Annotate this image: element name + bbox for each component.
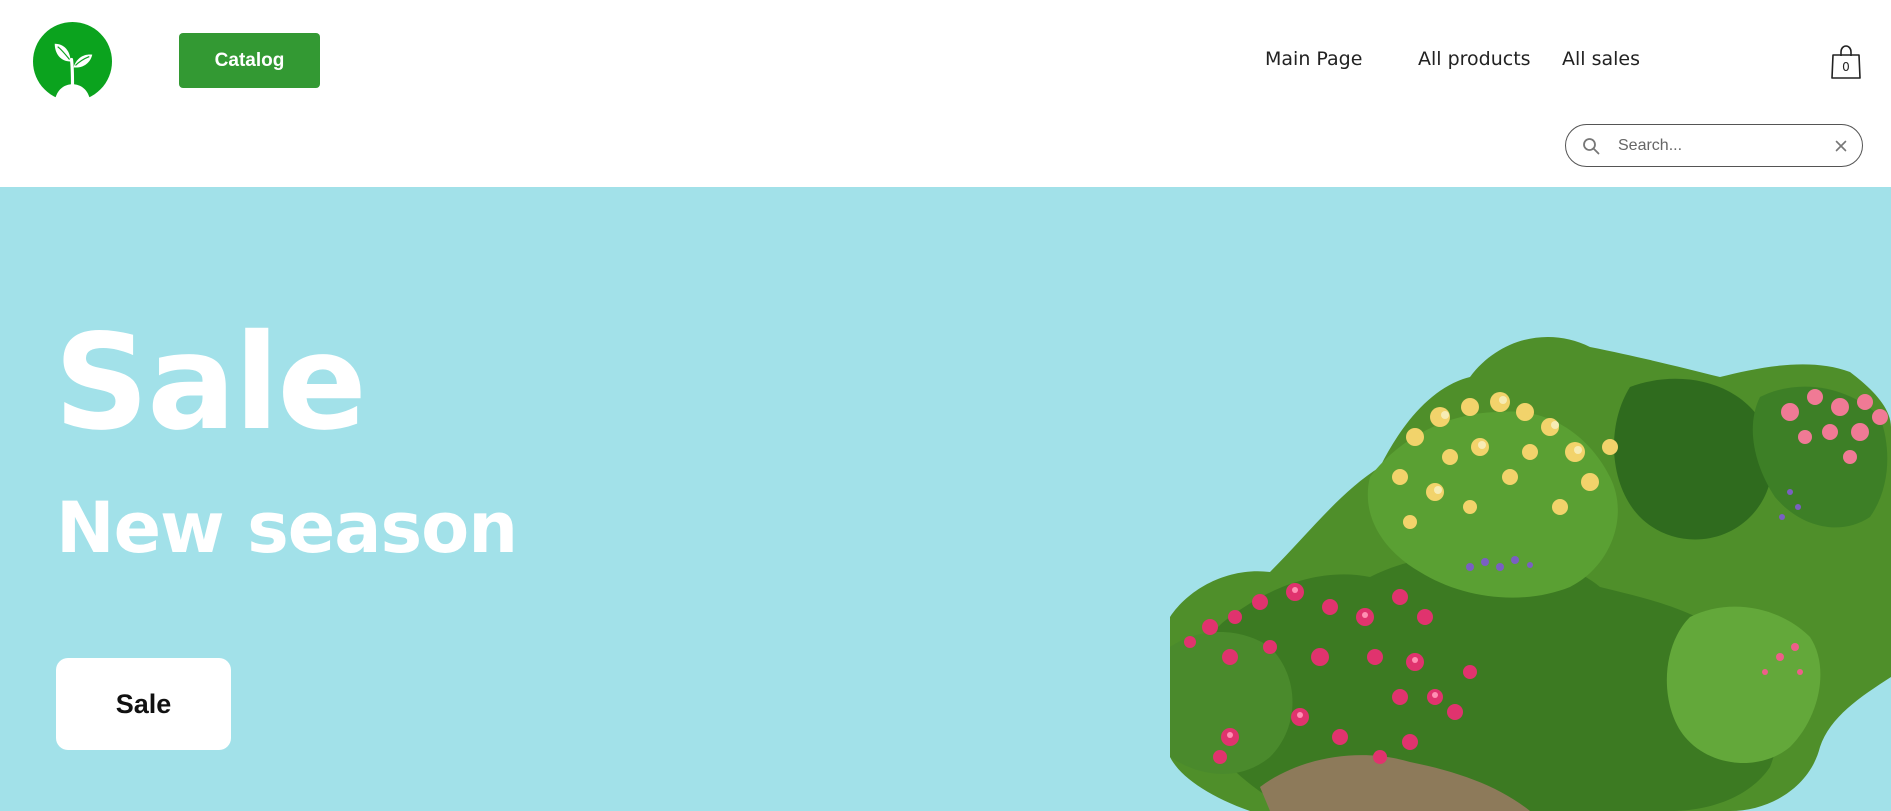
search-icon[interactable] [1582,137,1600,155]
sale-button[interactable]: Sale [56,658,231,750]
close-icon[interactable] [1831,136,1851,156]
search-box [1565,124,1863,167]
site-header: Catalog Main Page All products All sales… [0,0,1891,187]
cart-button[interactable]: 0 [1830,44,1862,80]
hero-banner: Sale New season Sale [0,187,1891,811]
nav-main-page[interactable]: Main Page [1265,48,1362,70]
hero-title: Sale [54,306,367,460]
search-input[interactable] [1618,133,1818,159]
page: Catalog Main Page All products All sales… [0,0,1891,811]
flower-garden-image [1170,317,1891,811]
nav-all-sales[interactable]: All sales [1562,48,1640,70]
cart-count: 0 [1842,60,1850,74]
main-nav: Main Page All products All sales [0,48,1891,76]
hero-subtitle: New season [56,487,518,569]
nav-all-products[interactable]: All products [1418,48,1531,70]
